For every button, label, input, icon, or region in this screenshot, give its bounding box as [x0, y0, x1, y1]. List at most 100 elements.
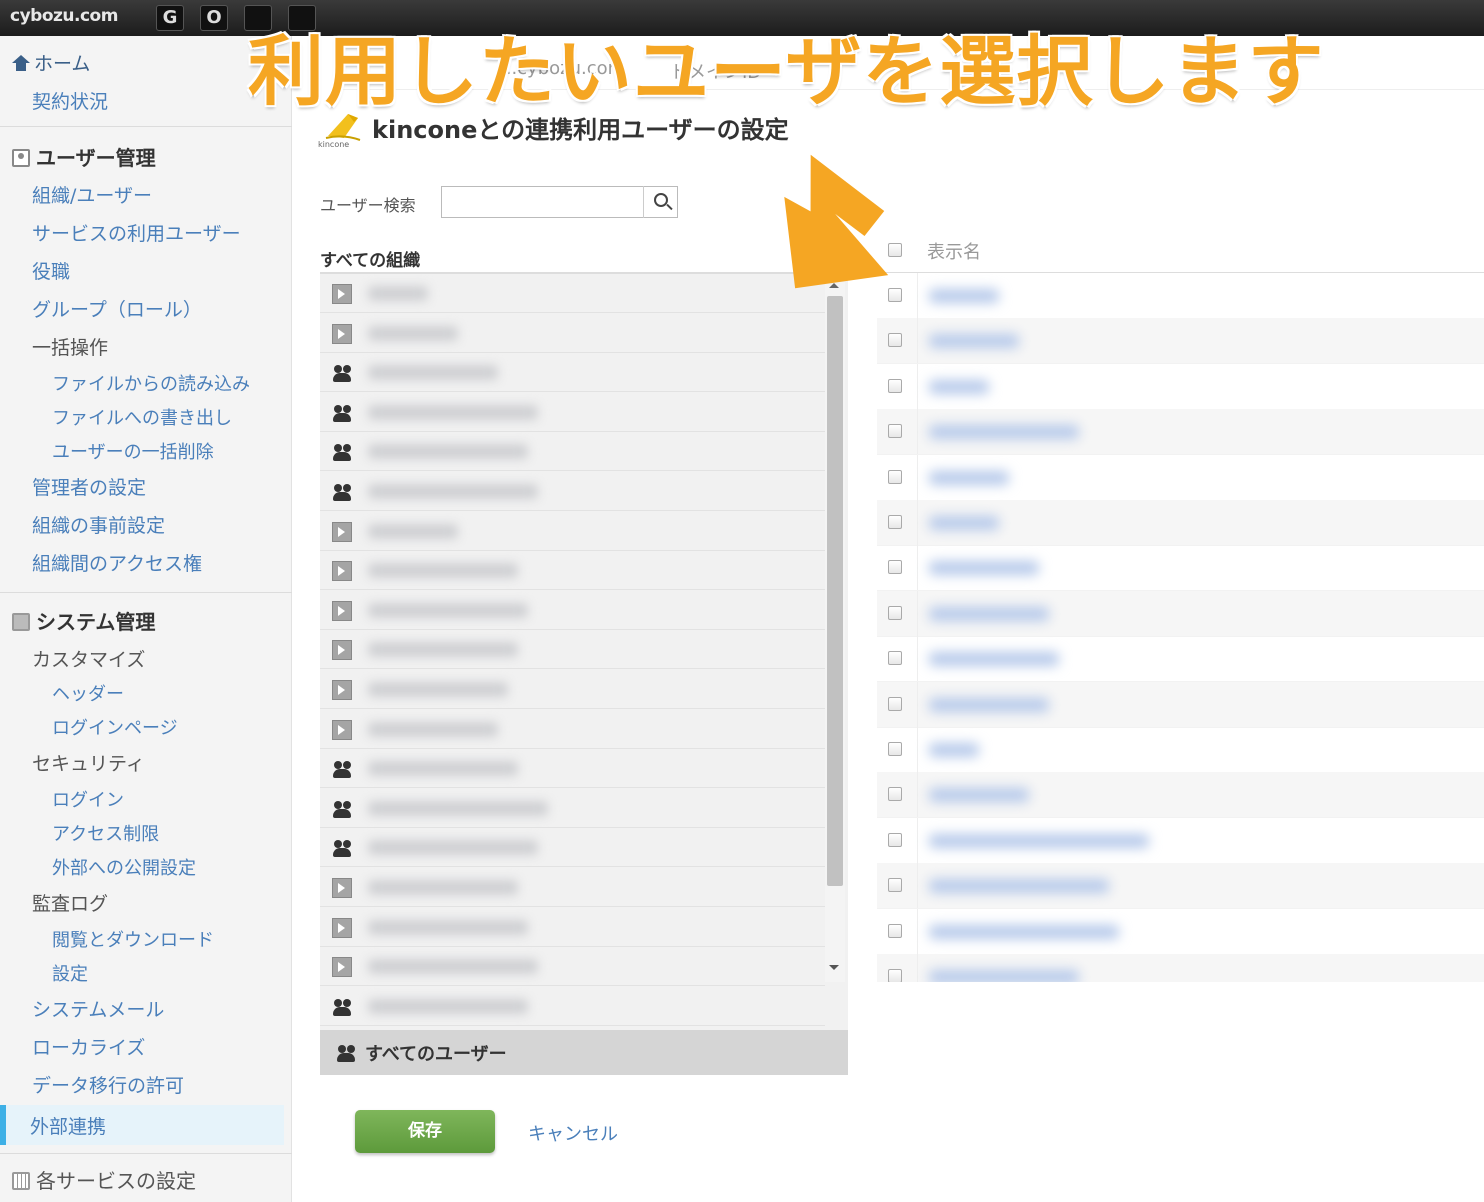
table-row[interactable]: [877, 817, 1484, 864]
sidebar-item-bulk-delete[interactable]: ユーザーの一括削除: [52, 438, 214, 464]
org-tree-item[interactable]: [320, 908, 825, 947]
sidebar-item-header[interactable]: ヘッダー: [52, 680, 124, 706]
org-tree-item[interactable]: [320, 749, 825, 789]
folder-icon[interactable]: [332, 680, 352, 700]
sidebar-item-org-presets[interactable]: 組織の事前設定: [32, 511, 165, 538]
select-all-checkbox[interactable]: [888, 243, 902, 257]
sidebar-item-system-mail[interactable]: システムメール: [32, 995, 164, 1022]
scroll-down-icon[interactable]: [829, 965, 839, 970]
org-tree-item[interactable]: [320, 591, 825, 630]
sidebar-item-audit-settings[interactable]: 設定: [52, 960, 88, 986]
org-tree-item[interactable]: [320, 314, 825, 353]
table-row[interactable]: [877, 727, 1484, 773]
search-icon[interactable]: [643, 186, 678, 218]
sidebar-item-external-integration[interactable]: 外部連携: [0, 1105, 284, 1145]
sidebar-item-admins[interactable]: 管理者の設定: [32, 473, 146, 500]
user-checkbox[interactable]: [888, 969, 902, 982]
brand-logo[interactable]: cybozu.com: [10, 6, 118, 26]
sidebar-item-export[interactable]: ファイルへの書き出し: [52, 404, 232, 430]
office-icon[interactable]: O: [200, 5, 228, 31]
sidebar-heading-label: システム管理: [36, 610, 156, 634]
table-row[interactable]: [877, 772, 1484, 819]
org-tree-item[interactable]: [320, 828, 825, 868]
scrollbar-thumb[interactable]: [827, 296, 843, 886]
sidebar-item-service-users[interactable]: サービスの利用ユーザー: [32, 219, 241, 246]
cancel-button[interactable]: キャンセル: [528, 1120, 618, 1146]
table-row[interactable]: [877, 908, 1484, 955]
sidebar-item-data-migration[interactable]: データ移行の許可: [32, 1071, 184, 1098]
all-users-item[interactable]: すべてのユーザー: [320, 1030, 848, 1075]
column-divider: [917, 545, 918, 591]
user-checkbox[interactable]: [888, 288, 902, 302]
org-tree-item[interactable]: [320, 947, 825, 987]
sidebar-item-home[interactable]: ホーム: [12, 49, 90, 76]
sidebar-item-audit-view[interactable]: 閲覧とダウンロード: [52, 926, 214, 952]
table-row[interactable]: [877, 318, 1484, 365]
user-checkbox[interactable]: [888, 651, 902, 666]
table-row[interactable]: [877, 590, 1484, 637]
org-tree-item[interactable]: [320, 274, 825, 313]
sidebar-item-access-restrict[interactable]: アクセス制限: [52, 820, 159, 846]
table-row[interactable]: [877, 454, 1484, 501]
folder-icon[interactable]: [332, 521, 352, 542]
org-tree-item[interactable]: [320, 630, 825, 670]
user-checkbox[interactable]: [888, 605, 902, 620]
table-row[interactable]: [877, 863, 1484, 910]
folder-icon[interactable]: [332, 719, 352, 740]
user-name-redacted: [929, 425, 1079, 440]
sidebar-item-localize[interactable]: ローカライズ: [32, 1033, 145, 1060]
folder-icon[interactable]: [332, 323, 352, 344]
org-tree-item[interactable]: [320, 551, 825, 591]
table-row[interactable]: [877, 954, 1484, 982]
folder-icon[interactable]: [332, 957, 352, 978]
org-tree-item[interactable]: [320, 432, 825, 472]
folder-icon[interactable]: [332, 917, 352, 938]
sidebar-item-login[interactable]: ログイン: [52, 786, 124, 812]
sidebar-heading-services[interactable]: 各サービスの設定: [12, 1165, 196, 1194]
user-checkbox[interactable]: [888, 787, 902, 802]
sidebar-item-login-page[interactable]: ログインページ: [52, 714, 178, 740]
table-row[interactable]: [877, 545, 1484, 592]
user-checkbox[interactable]: [888, 696, 902, 711]
org-tree-item[interactable]: [320, 987, 825, 1026]
table-row[interactable]: [877, 500, 1484, 546]
save-button[interactable]: 保存: [355, 1110, 495, 1153]
sidebar-item-org-users[interactable]: 組織/ユーザー: [32, 181, 152, 208]
user-checkbox[interactable]: [888, 333, 902, 348]
org-tree-item[interactable]: [320, 670, 825, 709]
sidebar-item-import[interactable]: ファイルからの読み込み: [52, 370, 250, 396]
sidebar-item-external-publish[interactable]: 外部への公開設定: [52, 854, 196, 880]
user-checkbox[interactable]: [888, 560, 902, 575]
user-checkbox[interactable]: [888, 378, 902, 393]
folder-icon[interactable]: [332, 878, 352, 898]
folder-icon[interactable]: [332, 600, 352, 621]
user-checkbox[interactable]: [888, 742, 902, 756]
user-checkbox[interactable]: [888, 832, 902, 847]
org-tree-item[interactable]: [320, 512, 825, 551]
user-checkbox[interactable]: [888, 424, 902, 439]
table-row[interactable]: [877, 363, 1484, 410]
sidebar-item-contract[interactable]: 契約状況: [32, 87, 108, 114]
org-tree-item[interactable]: [320, 710, 825, 749]
garoon-icon[interactable]: G: [156, 5, 184, 31]
org-tree-item[interactable]: [320, 393, 825, 432]
table-row[interactable]: [877, 409, 1484, 456]
user-checkbox[interactable]: [888, 469, 902, 484]
table-row[interactable]: [877, 681, 1484, 728]
user-checkbox[interactable]: [888, 515, 902, 529]
folder-icon[interactable]: [332, 561, 352, 582]
user-checkbox[interactable]: [888, 923, 902, 938]
folder-icon[interactable]: [332, 284, 352, 304]
table-row[interactable]: [877, 636, 1484, 683]
sidebar-item-groups[interactable]: グループ（ロール）: [32, 295, 202, 322]
folder-icon[interactable]: [332, 640, 352, 661]
org-tree-item[interactable]: [320, 353, 825, 393]
org-tree-item[interactable]: [320, 472, 825, 511]
user-checkbox[interactable]: [888, 878, 902, 893]
sidebar-item-org-access[interactable]: 組織間のアクセス権: [32, 549, 202, 576]
org-tree-item[interactable]: [320, 868, 825, 907]
sidebar-item-positions[interactable]: 役職: [32, 257, 70, 284]
column-divider: [917, 863, 918, 909]
org-tree-item[interactable]: [320, 789, 825, 828]
table-row[interactable]: [877, 273, 1484, 319]
